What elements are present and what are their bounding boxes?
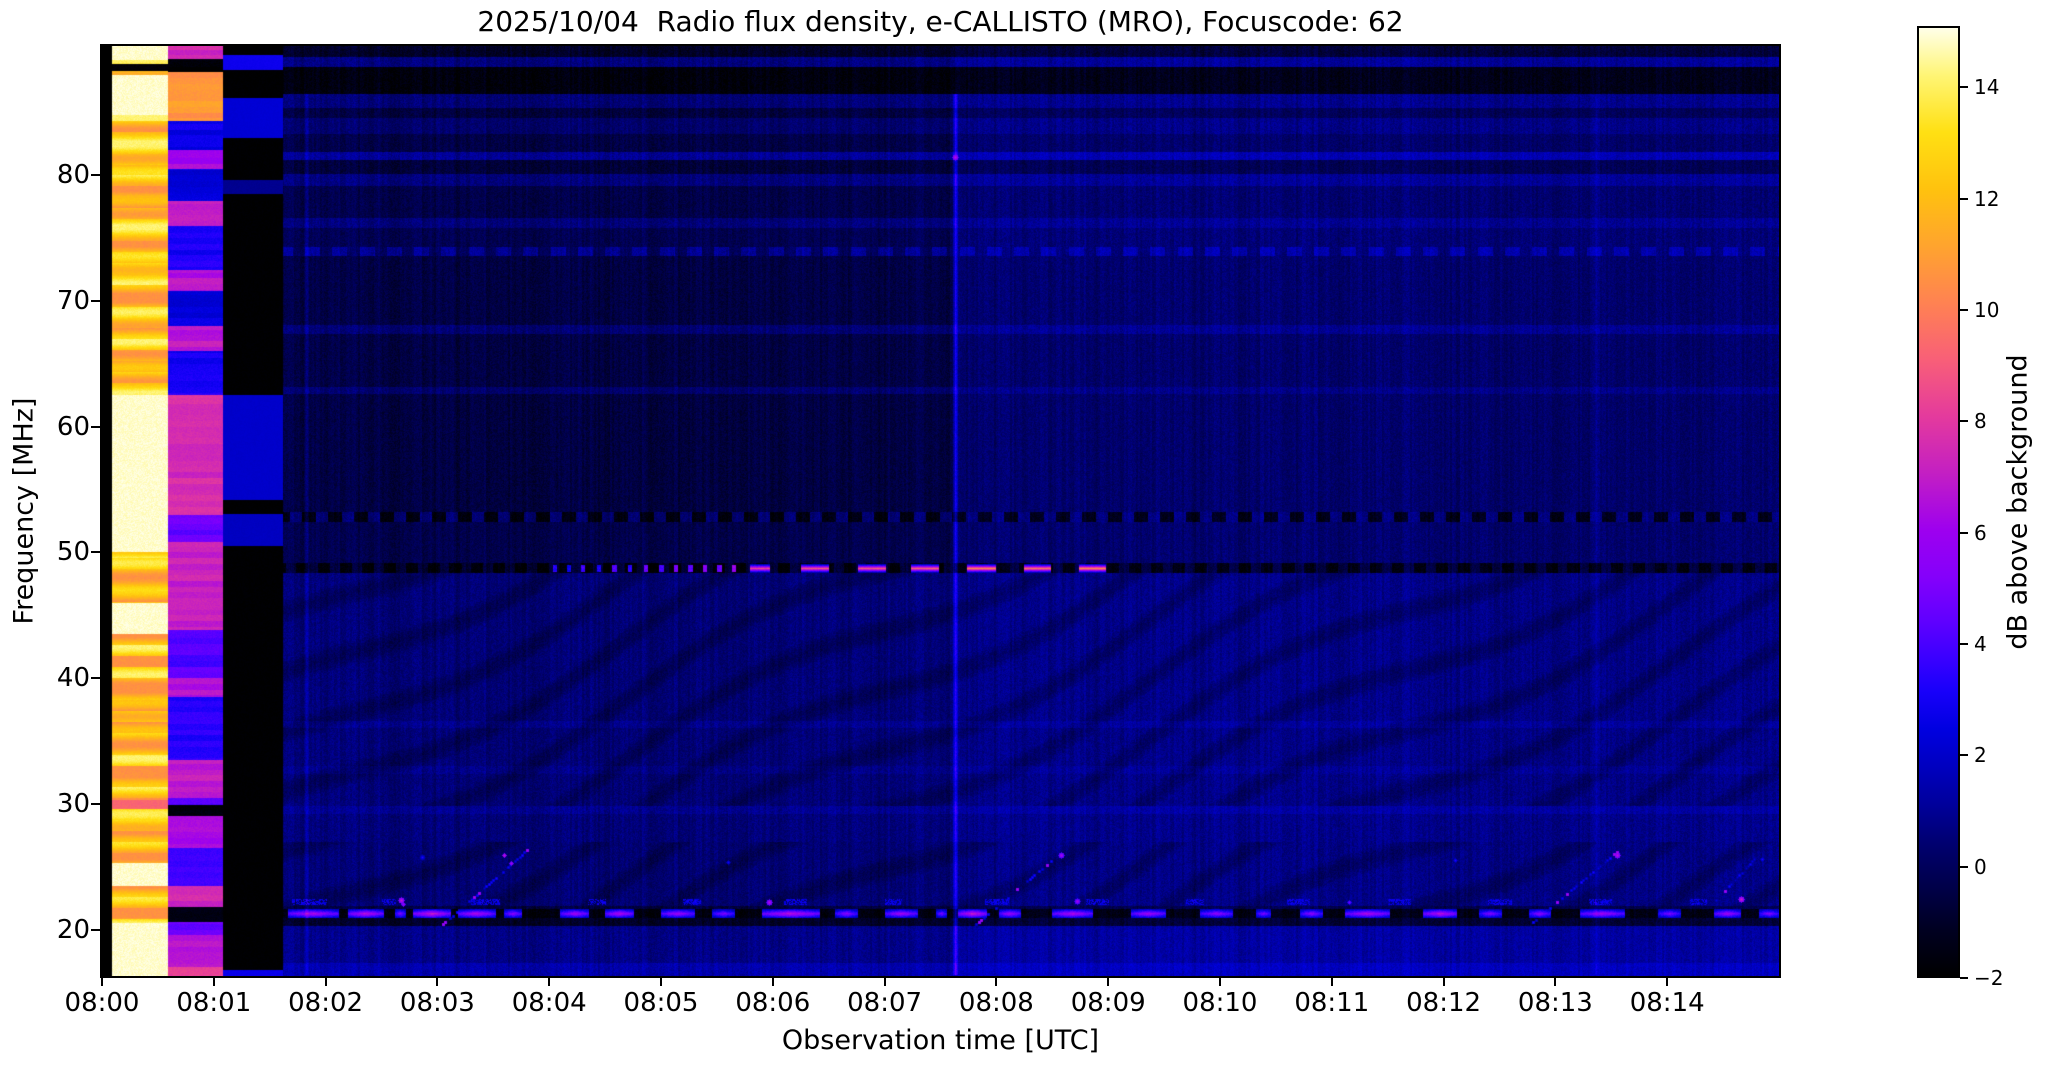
x-tick-label: 08:13 bbox=[1517, 988, 1593, 1018]
x-tick-label: 08:07 bbox=[847, 988, 923, 1018]
x-tick-mark bbox=[1442, 977, 1445, 986]
y-tick-mark bbox=[91, 174, 100, 177]
y-tick-label: 30 bbox=[56, 788, 90, 819]
colorbar-tick-mark bbox=[1960, 308, 1968, 311]
x-tick-mark bbox=[1219, 977, 1221, 986]
x-tick-label: 08:08 bbox=[958, 988, 1034, 1018]
x-tick-mark bbox=[212, 977, 215, 986]
y-tick-mark bbox=[91, 551, 100, 554]
y-tick-mark bbox=[91, 677, 100, 680]
x-tick-label: 08:01 bbox=[176, 988, 252, 1018]
colorbar-tick-label: 8 bbox=[1974, 409, 1987, 434]
x-tick-mark bbox=[660, 977, 662, 986]
colorbar-tick-mark bbox=[1960, 86, 1968, 89]
colorbar-tick-mark bbox=[1960, 197, 1968, 200]
y-tick-label: 60 bbox=[56, 411, 90, 442]
x-tick-label: 08:06 bbox=[735, 988, 811, 1018]
x-tick-mark bbox=[1107, 977, 1110, 986]
x-tick-label: 08:02 bbox=[288, 988, 364, 1018]
y-tick-label: 40 bbox=[56, 663, 90, 694]
colorbar-tick-label: 12 bbox=[1974, 186, 2000, 211]
colorbar-tick-label: 4 bbox=[1974, 631, 1987, 656]
colorbar-tick-mark bbox=[1960, 420, 1968, 423]
x-tick-mark bbox=[324, 977, 327, 986]
colorbar-tick-label: 0 bbox=[1974, 854, 1987, 879]
x-tick-mark bbox=[771, 977, 774, 986]
colorbar-tick-mark bbox=[1960, 754, 1968, 757]
colorbar-tick-mark bbox=[1960, 977, 1968, 979]
colorbar-tick-mark bbox=[1960, 531, 1968, 534]
x-tick-label: 08:10 bbox=[1182, 988, 1258, 1018]
colorbar bbox=[1917, 26, 1960, 978]
colorbar-tick-label: 10 bbox=[1974, 297, 2000, 322]
colorbar-tick-label: −2 bbox=[1974, 966, 2004, 990]
x-tick-label: 08:00 bbox=[64, 988, 140, 1018]
x-tick-mark bbox=[995, 977, 998, 986]
x-tick-mark bbox=[883, 977, 886, 986]
x-tick-label: 08:03 bbox=[399, 988, 475, 1018]
colorbar-tick-label: 6 bbox=[1974, 520, 1987, 545]
x-tick-mark bbox=[1666, 977, 1669, 986]
x-tick-label: 08:05 bbox=[623, 988, 699, 1018]
y-tick-label: 80 bbox=[56, 160, 90, 191]
y-tick-mark bbox=[91, 802, 100, 805]
y-tick-mark bbox=[91, 425, 100, 428]
y-tick-mark bbox=[91, 928, 100, 931]
x-tick-mark bbox=[1554, 977, 1557, 986]
y-tick-label: 20 bbox=[56, 914, 90, 945]
x-tick-mark bbox=[548, 977, 551, 986]
x-tick-label: 08:12 bbox=[1406, 988, 1482, 1018]
colorbar-tick-label: 2 bbox=[1974, 743, 1987, 768]
x-tick-mark bbox=[101, 977, 103, 986]
x-tick-mark bbox=[436, 977, 439, 986]
x-tick-label: 08:09 bbox=[1070, 988, 1146, 1018]
x-tick-label: 08:14 bbox=[1629, 988, 1705, 1018]
colorbar-tick-label: 14 bbox=[1974, 75, 2000, 100]
x-tick-label: 08:11 bbox=[1294, 988, 1370, 1018]
colorbar-tick-mark bbox=[1960, 642, 1968, 645]
colorbar-label: dB above background bbox=[2002, 354, 2034, 650]
x-tick-label: 08:04 bbox=[511, 988, 587, 1018]
x-axis-label: Observation time [UTC] bbox=[781, 1025, 1100, 1056]
y-tick-label: 70 bbox=[56, 286, 90, 317]
y-tick-label: 50 bbox=[56, 537, 90, 568]
figure: 2025/10/04 Radio flux density, e-CALLIST… bbox=[0, 0, 2047, 1067]
colorbar-tick-mark bbox=[1960, 865, 1968, 868]
spectrogram-canvas bbox=[102, 46, 1779, 976]
chart-title: 2025/10/04 Radio flux density, e-CALLIST… bbox=[477, 5, 1404, 38]
x-tick-mark bbox=[1330, 977, 1333, 986]
y-tick-mark bbox=[91, 300, 100, 303]
